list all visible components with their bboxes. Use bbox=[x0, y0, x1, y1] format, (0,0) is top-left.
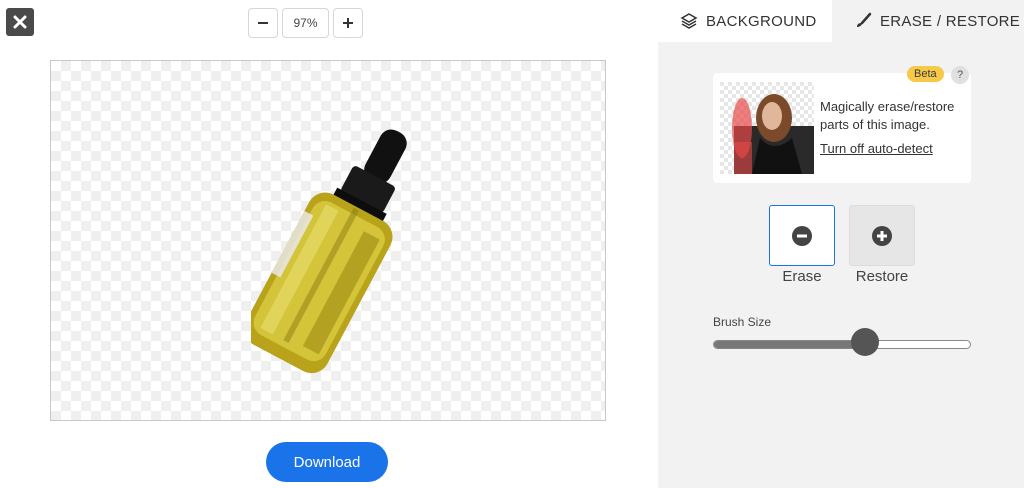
erase-button[interactable] bbox=[769, 205, 835, 266]
brush-size-fill bbox=[714, 341, 866, 348]
plus-circle-icon bbox=[872, 225, 892, 246]
zoom-out-button[interactable] bbox=[248, 8, 278, 38]
help-button[interactable]: ? bbox=[951, 66, 969, 84]
close-icon bbox=[13, 15, 27, 29]
brush-size-slider[interactable] bbox=[713, 328, 971, 356]
zoom-in-button[interactable] bbox=[333, 8, 363, 38]
erase-label: Erase bbox=[782, 268, 822, 285]
close-button[interactable] bbox=[6, 8, 34, 36]
brush-size-label: Brush Size bbox=[713, 315, 772, 329]
zoom-level: 97% bbox=[282, 8, 329, 38]
tab-background-label: BACKGROUND bbox=[706, 12, 817, 30]
layers-icon bbox=[680, 13, 698, 29]
example-thumbnail bbox=[720, 82, 814, 174]
brush-size-handle[interactable] bbox=[851, 328, 880, 356]
minus-icon bbox=[258, 22, 268, 24]
turn-off-auto-detect-link[interactable]: Turn off auto-detect bbox=[820, 141, 933, 156]
minus-circle-icon bbox=[792, 225, 812, 246]
tab-erase-restore[interactable]: ERASE / RESTORE bbox=[832, 0, 1024, 42]
plus-icon bbox=[343, 18, 353, 28]
panel-tabs: BACKGROUND ERASE / RESTORE bbox=[658, 0, 1024, 42]
zoom-controls: 97% bbox=[248, 8, 363, 38]
brush-icon bbox=[857, 12, 872, 27]
restore-label: Restore bbox=[855, 268, 909, 285]
beta-badge: Beta bbox=[907, 66, 944, 82]
tab-erase-restore-label: ERASE / RESTORE bbox=[880, 12, 1021, 30]
restore-button[interactable] bbox=[849, 205, 915, 266]
download-button[interactable]: Download bbox=[266, 442, 388, 482]
product-image bbox=[251, 129, 407, 374]
tab-background[interactable]: BACKGROUND bbox=[658, 0, 832, 42]
card-description: Magically erase/restore parts of this im… bbox=[820, 99, 955, 132]
image-canvas[interactable] bbox=[50, 60, 606, 421]
